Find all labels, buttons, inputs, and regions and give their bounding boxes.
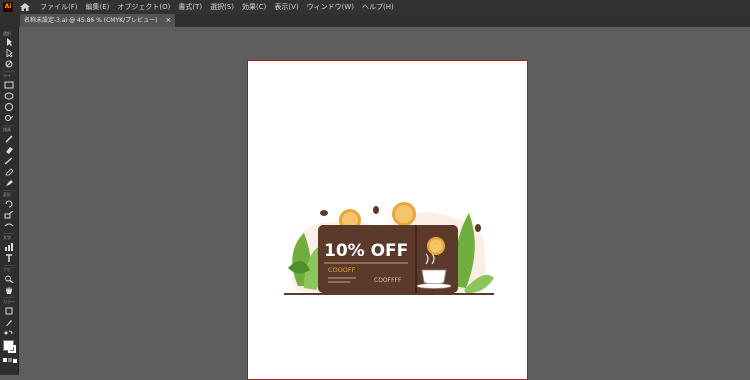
warp-tool-icon[interactable] [4, 222, 14, 230]
menu-window[interactable]: ウィンドウ(W) [307, 2, 354, 12]
tool-group-label-transform: 変形 [3, 192, 11, 197]
chart-tool-icon[interactable] [4, 243, 14, 251]
toolbar-divider [3, 125, 15, 126]
stroke-color-swatch[interactable] [8, 345, 16, 353]
shape-builder-tool-icon[interactable] [4, 114, 14, 122]
toolbar-divider [3, 297, 15, 298]
coffee-bean-icon [373, 206, 379, 214]
artboard-tool-icon[interactable] [4, 307, 14, 315]
blob-brush-tool-icon[interactable] [4, 179, 14, 187]
coffee-bean-icon [320, 210, 328, 216]
toolbar-divider [3, 71, 15, 72]
pen-tool-icon[interactable] [4, 135, 14, 143]
saucer-icon [416, 283, 452, 289]
document-tab-title: 名称未設定-3.ai @ 45.86 % (CMYK/プレビュー) [24, 17, 158, 24]
document-tab-bar: 名称未設定-3.ai @ 45.86 % (CMYK/プレビュー) × [0, 14, 750, 27]
tool-group-label-color: カラー [3, 299, 15, 304]
home-icon[interactable] [19, 2, 31, 12]
tool-group-label-nav: ナビ [3, 267, 11, 272]
toolbar-divider [3, 190, 15, 191]
tool-group-label-line: ライ [3, 73, 11, 78]
coupon-artwork[interactable]: 10% OFF COOOFF COOFFFF [284, 198, 496, 298]
color-mode-icon[interactable] [3, 358, 7, 362]
menu-object[interactable]: オブジェクト(O) [117, 2, 170, 12]
pencil-tool-icon[interactable] [4, 168, 14, 176]
coupon-headline: 10% OFF [324, 241, 408, 261]
shape-tool-icon[interactable] [4, 103, 14, 111]
selection-tool-icon[interactable] [4, 38, 14, 46]
tool-group-label-select: 選択 [3, 31, 11, 36]
menu-effect[interactable]: 効果(C) [242, 2, 266, 12]
menu-select[interactable]: 選択(S) [210, 2, 234, 12]
coffee-cup-icon [421, 269, 447, 286]
menu-type[interactable]: 書式(T) [178, 2, 202, 12]
document-tab[interactable]: 名称未設定-3.ai @ 45.86 % (CMYK/プレビュー) × [20, 14, 176, 27]
orange-slice-inner [429, 239, 443, 253]
menu-view[interactable]: 表示(V) [274, 2, 298, 12]
eyedropper-tool-icon[interactable] [4, 318, 14, 326]
type-tool-icon[interactable] [4, 254, 14, 262]
eraser-tool-icon[interactable] [4, 146, 14, 154]
none-mode-icon[interactable] [13, 358, 17, 363]
orange-slice-inner [395, 205, 413, 223]
menu-bar: Ai ファイル(F) 編集(E) オブジェクト(O) 書式(T) 選択(S) 効… [0, 0, 750, 14]
menu-edit[interactable]: 編集(E) [86, 2, 110, 12]
rectangle-tool-icon[interactable] [4, 81, 14, 89]
direct-selection-tool-icon[interactable] [4, 49, 14, 57]
tab-close-icon[interactable]: × [165, 14, 171, 27]
tools-panel: 選択 ライ 描画 変形 文字 ナビ カラー [0, 27, 19, 375]
tool-group-label-type: 文字 [3, 235, 11, 240]
tool-group-label-draw: 描画 [3, 127, 11, 132]
ellipse-tool-icon[interactable] [4, 92, 14, 100]
hand-tool-icon[interactable] [4, 286, 14, 294]
toolbar-divider [3, 233, 15, 234]
swap-colors-icon[interactable] [4, 329, 14, 337]
toolbar-divider [3, 265, 15, 266]
menu-help[interactable]: ヘルプ(H) [362, 2, 394, 12]
menu-file[interactable]: ファイル(F) [40, 2, 78, 12]
scale-tool-icon[interactable] [4, 211, 14, 219]
magic-wand-tool-icon[interactable] [4, 60, 14, 68]
rotate-tool-icon[interactable] [4, 200, 14, 208]
zoom-tool-icon[interactable] [4, 275, 14, 283]
coupon-subcode: COOFFFF [374, 277, 402, 284]
gradient-mode-icon[interactable] [8, 358, 12, 362]
coffee-bean-icon [475, 224, 481, 232]
paintbrush-tool-icon[interactable] [4, 157, 14, 165]
app-logo: Ai [3, 2, 13, 12]
coupon-code: COOOFF [328, 266, 356, 274]
